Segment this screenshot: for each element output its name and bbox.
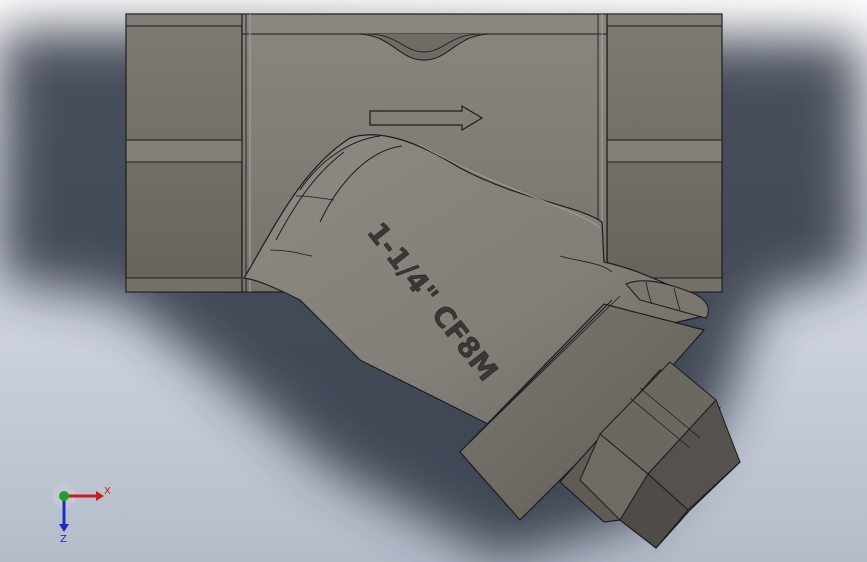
z-axis-label: Z [60, 534, 67, 544]
reference-triad: X Z Y [46, 480, 116, 544]
x-axis-label: X [104, 486, 111, 497]
right-end-port[interactable] [606, 13, 723, 293]
graphics-viewport[interactable]: 1-1/4" CF8M X Z [0, 0, 867, 562]
left-end-port[interactable] [125, 13, 243, 293]
y-strainer-model[interactable]: 1-1/4" CF8M [0, 0, 867, 562]
